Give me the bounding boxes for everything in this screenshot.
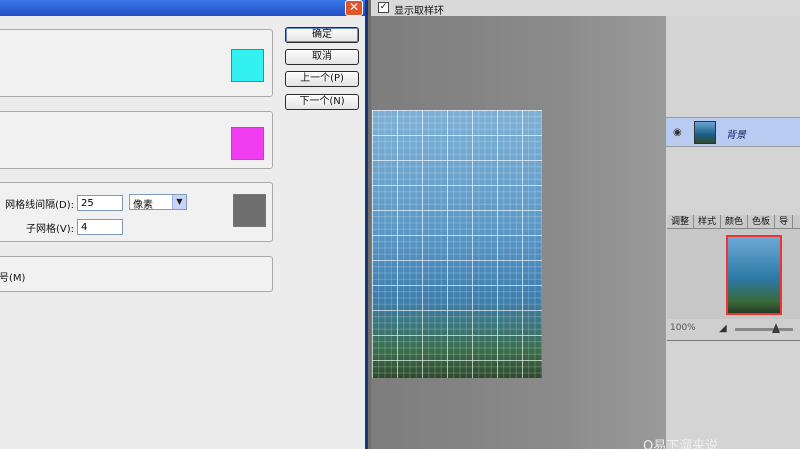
show-sampling-ring-checkbox[interactable]: ✓ xyxy=(378,2,389,13)
tab-color[interactable]: 颜色 xyxy=(721,215,749,228)
prev-button[interactable]: 上一个(P) xyxy=(285,71,359,87)
chevron-down-icon: ▼ xyxy=(172,195,186,209)
guides-group xyxy=(0,29,273,97)
zoom-row: 100% ◢ xyxy=(667,319,800,341)
dialog-titlebar: ✕ xyxy=(0,0,365,16)
grid-color-swatch[interactable] xyxy=(233,194,266,227)
show-sampling-ring-label[interactable]: 显示取样环 xyxy=(394,2,444,17)
grid-group: 网格线间隔(D): 像素 ▼ 子网格(V): xyxy=(0,182,273,242)
tab-adjustments[interactable]: 调整 xyxy=(667,215,695,228)
gridline-label: 网格线间隔(D): xyxy=(5,200,74,211)
zoom-value[interactable]: 100% xyxy=(670,323,696,333)
layer-row-background[interactable]: ◉ 背景 xyxy=(666,117,800,147)
preferences-dialog: ✕ 网格线间隔(D): 像素 ▼ 子网格(V): 号(M) 确定 取消 上一个(… xyxy=(0,0,368,449)
gridline-input[interactable] xyxy=(77,195,123,211)
tab-navigator[interactable]: 导 xyxy=(775,215,794,228)
document-image[interactable] xyxy=(372,110,542,378)
grid-overlay xyxy=(372,110,542,378)
cancel-button[interactable]: 取消 xyxy=(285,49,359,65)
options-bar: ✓ 显示取样环 xyxy=(371,0,800,17)
smart-guides-color-swatch[interactable] xyxy=(231,127,264,160)
ok-button[interactable]: 确定 xyxy=(285,27,359,43)
zoom-out-icon[interactable]: ◢ xyxy=(719,323,727,334)
unit-select-value: 像素 xyxy=(133,200,153,211)
unit-select[interactable]: 像素 ▼ xyxy=(129,194,187,211)
layer-thumbnail xyxy=(694,121,716,144)
panel-tabs: 调整 样式 颜色 色板 导 xyxy=(667,215,800,229)
subdivision-label: 子网格(V): xyxy=(25,224,74,235)
subdivision-input[interactable] xyxy=(77,219,123,235)
tab-styles[interactable]: 样式 xyxy=(694,215,722,228)
navigator-thumbnail[interactable] xyxy=(726,235,782,315)
smart-guides-group xyxy=(0,111,273,169)
zoom-slider[interactable] xyxy=(735,328,793,331)
slices-group: 号(M) xyxy=(0,256,273,292)
watermark: Ο易下溜来说 xyxy=(643,439,719,449)
layer-name: 背景 xyxy=(726,130,746,141)
close-button[interactable]: ✕ xyxy=(345,0,363,16)
guides-color-swatch[interactable] xyxy=(231,49,264,82)
show-slice-numbers-label[interactable]: 号(M) xyxy=(0,269,25,284)
tab-swatches[interactable]: 色板 xyxy=(748,215,776,228)
eye-icon[interactable]: ◉ xyxy=(673,127,682,138)
next-button[interactable]: 下一个(N) xyxy=(285,94,359,110)
